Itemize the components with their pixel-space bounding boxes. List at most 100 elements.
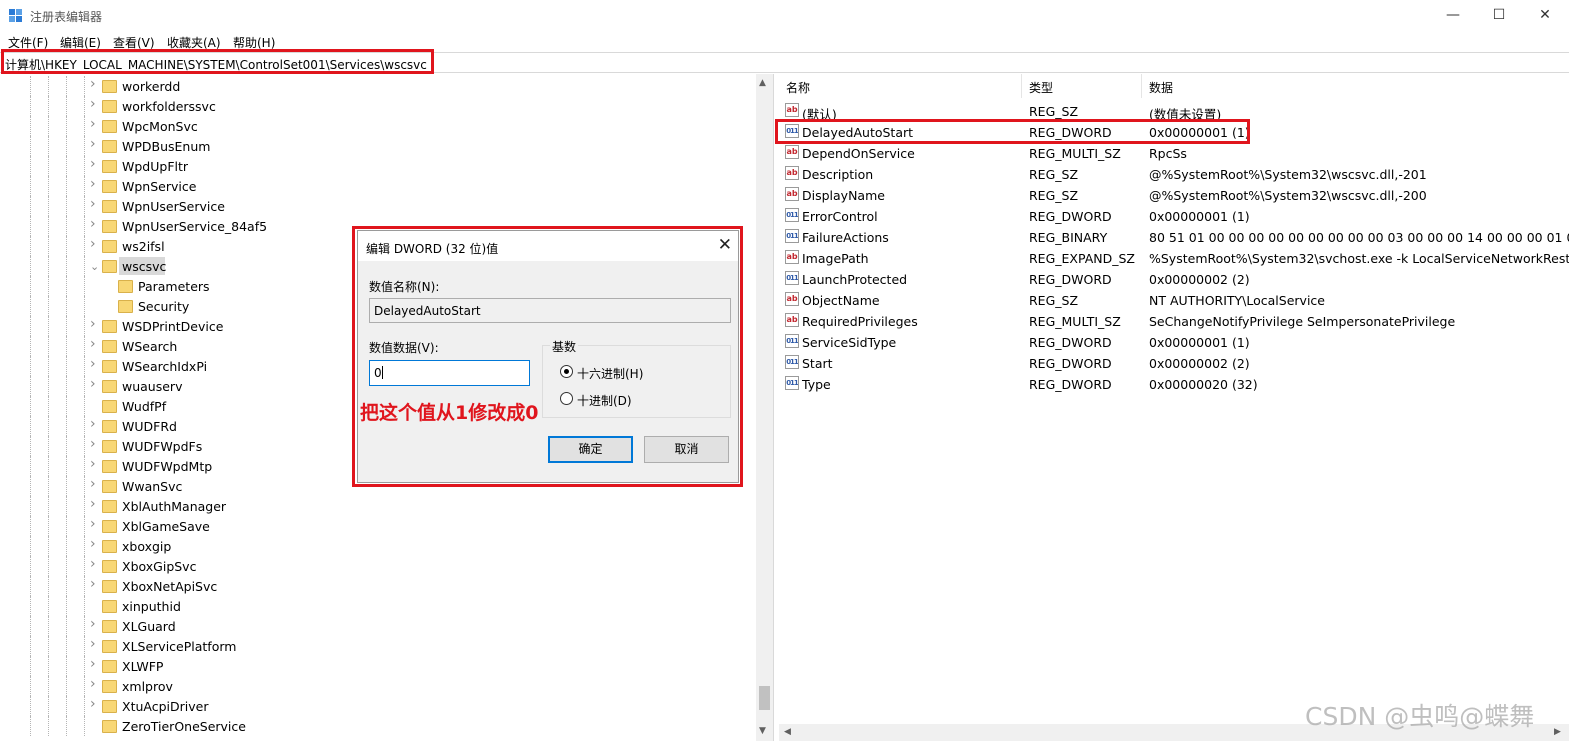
value-row[interactable]: ab Description REG_SZ @%SystemRoot%\System3… bbox=[779, 163, 1569, 184]
scroll-down-icon[interactable]: ▼ bbox=[759, 726, 766, 736]
value-row[interactable]: 011 ServiceSidType REG_DWORD 0x00000001 (1) bbox=[779, 331, 1569, 352]
chevron-right-icon[interactable]: › bbox=[90, 176, 96, 192]
tree-guide-line bbox=[30, 316, 31, 336]
value-data: 0x00000002 (2) bbox=[1149, 272, 1250, 287]
tree-item[interactable]: xinputhid bbox=[0, 596, 756, 616]
tree-guide-line bbox=[84, 96, 85, 116]
tree-item[interactable]: › XtuAcpiDriver bbox=[0, 696, 756, 716]
chevron-right-icon[interactable]: › bbox=[90, 216, 96, 232]
chevron-right-icon[interactable]: › bbox=[90, 516, 96, 532]
tree-item[interactable]: › xboxgip bbox=[0, 536, 756, 556]
tree-guide-line bbox=[48, 156, 49, 176]
value-row[interactable]: ab ObjectName REG_SZ NT AUTHORITY\LocalServ… bbox=[779, 289, 1569, 310]
tree-guide-line bbox=[30, 516, 31, 536]
tree-guide-line bbox=[84, 256, 85, 276]
tree-item[interactable]: › XboxGipSvc bbox=[0, 556, 756, 576]
value-type: REG_SZ bbox=[1029, 167, 1079, 182]
chevron-right-icon[interactable]: › bbox=[90, 696, 96, 712]
value-row[interactable]: ab DisplayName REG_SZ @%SystemRoot%\System3… bbox=[779, 184, 1569, 205]
chevron-right-icon[interactable]: › bbox=[90, 676, 96, 692]
chevron-right-icon[interactable]: › bbox=[90, 616, 96, 632]
chevron-right-icon[interactable]: › bbox=[90, 556, 96, 572]
scroll-left-icon[interactable]: ◀ bbox=[784, 727, 791, 737]
chevron-right-icon[interactable]: › bbox=[90, 116, 96, 132]
chevron-right-icon[interactable]: › bbox=[90, 356, 96, 372]
scroll-up-icon[interactable]: ▲ bbox=[759, 78, 766, 88]
values-list[interactable]: 名称 类型 数据 ab (默认) REG_SZ (数值未设置) 011 DelayedAu… bbox=[779, 74, 1569, 741]
tree-guide-line bbox=[66, 196, 67, 216]
chevron-right-icon[interactable]: › bbox=[90, 416, 96, 432]
tree-item[interactable]: › XboxNetApiSvc bbox=[0, 576, 756, 596]
tree-item[interactable]: › XLWFP bbox=[0, 656, 756, 676]
tree-item[interactable]: › XblGameSave bbox=[0, 516, 756, 536]
string-value-icon: ab bbox=[785, 166, 799, 180]
chevron-right-icon[interactable]: › bbox=[90, 96, 96, 112]
column-header-name[interactable]: 名称 bbox=[779, 74, 1022, 98]
folder-icon bbox=[102, 720, 117, 733]
value-row[interactable]: ab (默认) REG_SZ (数值未设置) bbox=[779, 100, 1569, 122]
column-header-type[interactable]: 类型 bbox=[1022, 74, 1142, 98]
maximize-button[interactable]: ☐ bbox=[1476, 0, 1522, 30]
value-data: SeChangeNotifyPrivilege SeImpersonatePri… bbox=[1149, 314, 1456, 329]
scrollbar-thumb[interactable] bbox=[759, 686, 770, 710]
folder-icon bbox=[102, 480, 117, 493]
tree-item[interactable]: › workfolderssvc bbox=[0, 96, 756, 116]
chevron-right-icon[interactable]: › bbox=[90, 656, 96, 672]
tree-item[interactable]: › WpdUpFltr bbox=[0, 156, 756, 176]
tree-item[interactable]: › workerdd bbox=[0, 76, 756, 96]
tree-guide-line bbox=[30, 716, 31, 736]
tree-guide-line bbox=[66, 96, 67, 116]
tree-item[interactable]: ZeroTierOneService bbox=[0, 716, 756, 736]
binary-value-icon: 011 bbox=[785, 355, 799, 369]
tree-item[interactable]: › xmlprov bbox=[0, 676, 756, 696]
chevron-right-icon[interactable]: › bbox=[90, 236, 96, 252]
tree-guide-line bbox=[30, 276, 31, 296]
chevron-right-icon[interactable]: › bbox=[90, 536, 96, 552]
chevron-down-icon[interactable]: ⌄ bbox=[90, 260, 99, 273]
tree-guide-line bbox=[66, 636, 67, 656]
folder-icon bbox=[102, 200, 117, 213]
tree-guide-line bbox=[66, 416, 67, 436]
folder-icon bbox=[102, 620, 117, 633]
value-row[interactable]: ab ImagePath REG_EXPAND_SZ %SystemRoot%\Sys… bbox=[779, 247, 1569, 268]
tree-item[interactable]: › XblAuthManager bbox=[0, 496, 756, 516]
chevron-right-icon[interactable]: › bbox=[90, 196, 96, 212]
close-button[interactable]: ✕ bbox=[1522, 0, 1568, 30]
minimize-button[interactable]: — bbox=[1430, 0, 1476, 30]
value-row[interactable]: ab DependOnService REG_MULTI_SZ RpcSs bbox=[779, 142, 1569, 163]
tree-item-label: xmlprov bbox=[122, 679, 173, 694]
tree-item-label: WpnService bbox=[122, 179, 197, 194]
value-row[interactable]: 011 LaunchProtected REG_DWORD 0x00000002 (2… bbox=[779, 268, 1569, 289]
chevron-right-icon[interactable]: › bbox=[90, 316, 96, 332]
tree-vertical-scrollbar[interactable]: ▲ ▼ bbox=[756, 74, 773, 741]
chevron-right-icon[interactable]: › bbox=[90, 456, 96, 472]
chevron-right-icon[interactable]: › bbox=[90, 376, 96, 392]
chevron-right-icon[interactable]: › bbox=[90, 476, 96, 492]
tree-guide-line bbox=[30, 256, 31, 276]
chevron-right-icon[interactable]: › bbox=[90, 76, 96, 92]
chevron-right-icon[interactable]: › bbox=[90, 576, 96, 592]
chevron-right-icon[interactable]: › bbox=[90, 336, 96, 352]
chevron-right-icon[interactable]: › bbox=[90, 136, 96, 152]
chevron-right-icon[interactable]: › bbox=[90, 636, 96, 652]
column-header-data[interactable]: 数据 bbox=[1142, 74, 1569, 98]
chevron-right-icon[interactable]: › bbox=[90, 436, 96, 452]
tree-item[interactable]: › WpcMonSvc bbox=[0, 116, 756, 136]
tree-item[interactable]: › WpnService bbox=[0, 176, 756, 196]
tree-guide-line bbox=[30, 416, 31, 436]
value-row[interactable]: 011 Start REG_DWORD 0x00000002 (2) bbox=[779, 352, 1569, 373]
chevron-right-icon[interactable]: › bbox=[90, 156, 96, 172]
tree-item[interactable]: › XLGuard bbox=[0, 616, 756, 636]
tree-item[interactable]: › WpnUserService bbox=[0, 196, 756, 216]
tree-guide-line bbox=[48, 396, 49, 416]
value-row[interactable]: 011 Type REG_DWORD 0x00000020 (32) bbox=[779, 373, 1569, 394]
value-row[interactable]: 011 ErrorControl REG_DWORD 0x00000001 (1) bbox=[779, 205, 1569, 226]
tree-item[interactable]: › WPDBusEnum bbox=[0, 136, 756, 156]
tree-item[interactable]: › XLServicePlatform bbox=[0, 636, 756, 656]
folder-icon bbox=[102, 520, 117, 533]
scroll-right-icon[interactable]: ▶ bbox=[1554, 727, 1561, 737]
chevron-right-icon[interactable]: › bbox=[90, 496, 96, 512]
value-row[interactable]: ab RequiredPrivileges REG_MULTI_SZ SeChange… bbox=[779, 310, 1569, 331]
tree-guide-line bbox=[84, 496, 85, 516]
value-row[interactable]: 011 FailureActions REG_BINARY 80 51 01 00 0… bbox=[779, 226, 1569, 247]
